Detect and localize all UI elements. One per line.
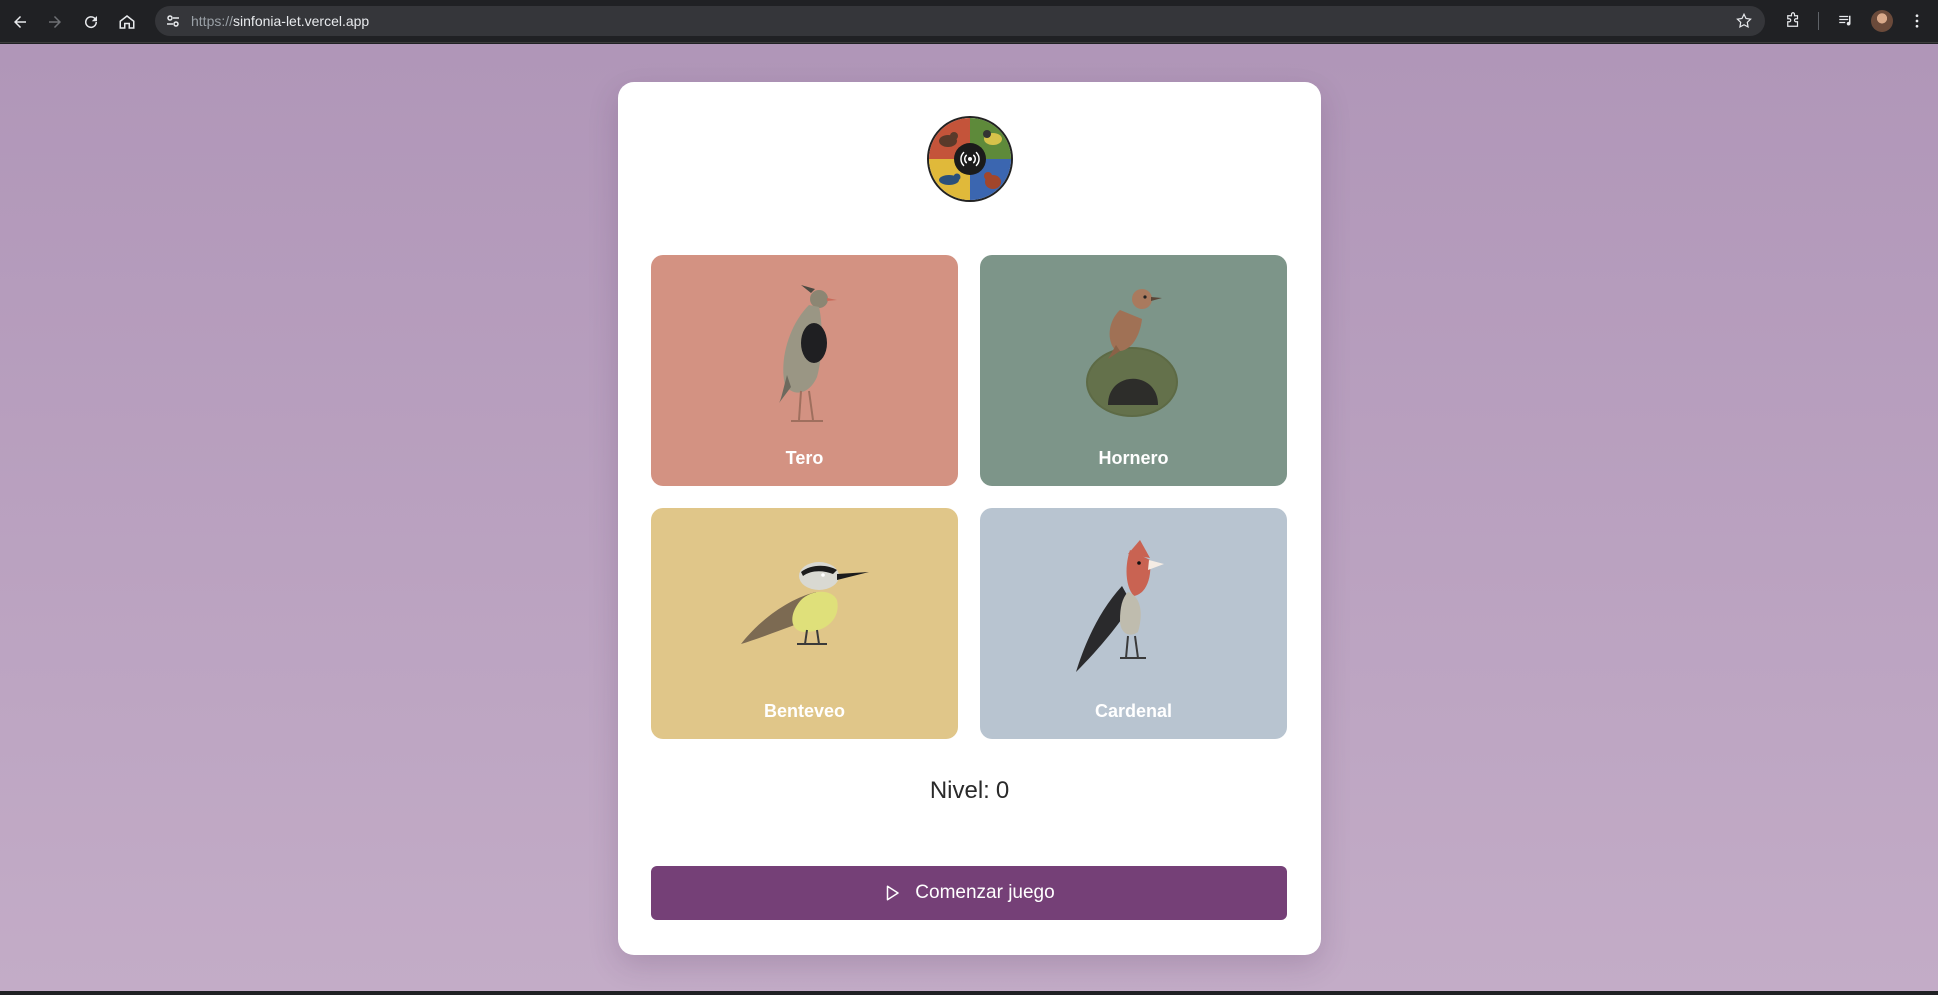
bird-card-tero[interactable]: Tero: [651, 255, 958, 486]
more-vertical-icon: [1915, 14, 1919, 28]
url-host: sinfonia-let.vercel.app: [233, 13, 370, 29]
queue-music-icon: [1839, 15, 1851, 26]
browser-toolbar: https://sinfonia-let.vercel.app: [0, 0, 1938, 43]
site-settings-icon[interactable]: [165, 13, 181, 29]
bird-card-benteveo[interactable]: Benteveo: [651, 508, 958, 739]
extensions-button[interactable]: [1783, 11, 1803, 31]
cardenal-illustration: [1076, 540, 1164, 672]
start-game-button[interactable]: Comenzar juego: [651, 866, 1287, 920]
app-logo: [927, 116, 1013, 202]
home-icon: [119, 15, 135, 29]
arrow-right-icon: [49, 16, 61, 28]
url-scheme: https://: [191, 13, 234, 29]
hornero-illustration: [1086, 289, 1178, 417]
forward-button[interactable]: [43, 10, 67, 34]
bird-name: Hornero: [1098, 448, 1169, 468]
broadcast-icon: [954, 143, 986, 175]
home-button[interactable]: [115, 10, 139, 34]
bird-name: Cardenal: [1094, 701, 1173, 721]
back-button[interactable]: [8, 10, 32, 34]
level-value: 0: [995, 777, 1010, 804]
tero-illustration: [779, 285, 837, 422]
bird-card-cardenal[interactable]: Cardenal: [980, 508, 1287, 739]
address-bar[interactable]: https://sinfonia-let.vercel.app: [155, 6, 1765, 36]
media-control-button[interactable]: [1836, 11, 1856, 31]
menu-button[interactable]: [1907, 11, 1927, 31]
level-indicator: Nivel: 0: [618, 777, 1321, 805]
puzzle-icon: [1787, 12, 1799, 27]
logo-bird-icon: [939, 173, 961, 185]
profile-avatar[interactable]: [1871, 10, 1893, 32]
toolbar-divider: [1818, 12, 1819, 30]
reload-icon: [85, 16, 98, 29]
reload-button[interactable]: [79, 10, 103, 34]
bookmark-star-icon[interactable]: [1735, 12, 1753, 30]
page-viewport: Tero Hornero Benteveo Cardenal Nivel: 0 …: [0, 44, 1938, 991]
arrow-left-icon: [14, 16, 26, 28]
logo-bird-icon: [939, 132, 958, 147]
logo-bird-icon: [984, 172, 1001, 189]
game-panel: Tero Hornero Benteveo Cardenal Nivel: 0 …: [618, 82, 1321, 955]
bird-name: Benteveo: [763, 701, 846, 721]
benteveo-illustration: [741, 562, 869, 645]
logo-bird-icon: [983, 130, 1002, 145]
start-game-label: Comenzar juego: [915, 882, 1055, 903]
window-bottom-edge: [0, 991, 1938, 995]
bird-name: Tero: [785, 448, 824, 468]
level-label: Nivel:: [929, 777, 990, 804]
play-icon: [887, 885, 900, 901]
url-text[interactable]: https://sinfonia-let.vercel.app: [191, 13, 369, 29]
bird-card-hornero[interactable]: Hornero: [980, 255, 1287, 486]
